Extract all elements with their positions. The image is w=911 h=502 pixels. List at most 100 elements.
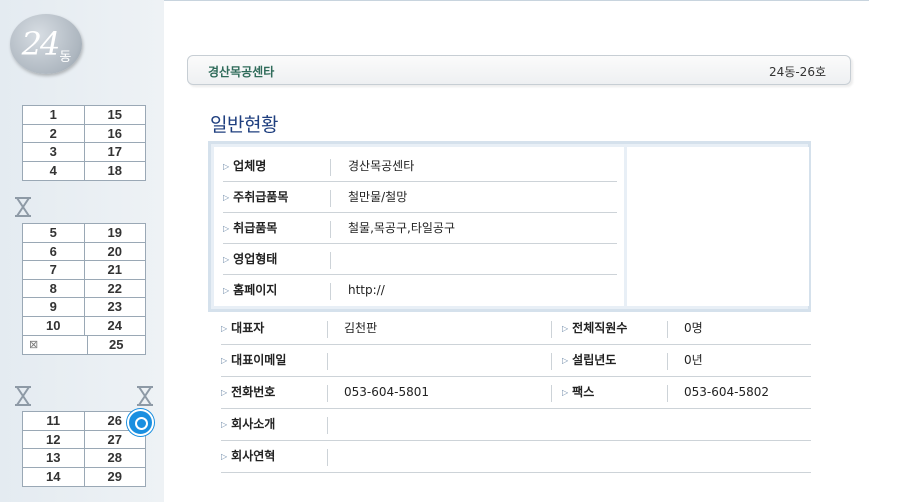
unit-cell[interactable]: 28 <box>85 449 146 467</box>
unit-row: 2 16 <box>23 124 146 144</box>
unit-cell[interactable]: 20 <box>85 243 146 261</box>
unit-cell[interactable]: 21 <box>85 261 146 279</box>
unit-row: 7 21 <box>23 261 145 280</box>
arrow-icon: ▷ <box>562 388 569 397</box>
sidebar: 24동 1 15 2 16 3 17 4 18 5 19 6 20 7 21 8 22 9 23 10 24 ⊠ 25 … <box>0 0 164 502</box>
arrow-icon: ▷ <box>221 324 228 333</box>
detail-label: 대표자 <box>231 321 265 335</box>
unit-cell[interactable]: 25 <box>88 336 146 355</box>
detail-label: 대표이메일 <box>231 353 287 367</box>
arrow-icon: ▷ <box>223 286 230 295</box>
arrow-icon: ▷ <box>221 356 228 365</box>
detail-value: 0년 <box>684 353 703 367</box>
empty-unit-icon: ⊠ <box>23 335 88 355</box>
info-value: 철만물/철망 <box>348 190 408 204</box>
detail-value: 김천판 <box>344 321 378 335</box>
arrow-icon: ▷ <box>221 420 228 429</box>
detail-row: ▷ 회사소개 <box>221 409 811 441</box>
unit-grid-middle: 5 19 6 20 7 21 8 22 9 23 10 24 ⊠ 25 <box>22 223 146 356</box>
detail-row: ▷ 전화번호 053-604-5801 ▷ 팩스 053-604-5802 <box>221 377 811 409</box>
detail-label: 전화번호 <box>231 385 276 399</box>
unit-cell[interactable]: 29 <box>85 468 146 487</box>
info-row: ▷ 영업형태 <box>223 244 617 275</box>
unit-row: 3 17 <box>23 143 145 162</box>
unit-cell[interactable]: 14 <box>23 467 85 487</box>
unit-cell[interactable]: 4 <box>23 161 85 181</box>
unit-number: 24동-26호 <box>769 65 826 79</box>
unit-row: 10 24 <box>23 316 146 336</box>
detail-value: 0명 <box>684 321 703 335</box>
detail-value: 053-604-5801 <box>344 385 430 399</box>
company-photo <box>627 147 809 306</box>
unit-cell[interactable]: 5 <box>23 224 85 242</box>
unit-cell[interactable]: 17 <box>85 143 146 161</box>
arrow-icon: ▷ <box>221 452 228 461</box>
homepage-link[interactable]: http:// <box>348 275 385 305</box>
unit-cell[interactable]: 15 <box>85 106 146 124</box>
divider <box>551 385 552 402</box>
detail-label: 팩스 <box>572 385 595 399</box>
title-bar: 경산목공센타 24동-26호 <box>187 55 851 85</box>
unit-cell[interactable]: 12 <box>23 430 85 449</box>
unit-cell[interactable]: 3 <box>23 143 85 161</box>
info-row: ▷ 홈페이지 http:// <box>223 275 617 306</box>
arrow-icon: ▷ <box>223 162 230 171</box>
unit-row: 4 18 <box>23 161 146 181</box>
unit-row: 12 27 <box>23 430 145 450</box>
unit-grid-top: 1 15 2 16 3 17 4 18 <box>22 105 146 182</box>
info-table: ▷ 업체명 경산목공센타 ▷ 주취급품목 철만물/철망 ▷ 취급품목 철물,목공구,타… <box>214 147 624 306</box>
detail-label: 설립년도 <box>572 353 617 367</box>
divider <box>327 449 328 466</box>
unit-cell[interactable]: 13 <box>23 449 85 467</box>
unit-row: 13 28 <box>23 449 145 468</box>
divider <box>667 385 668 402</box>
unit-cell[interactable]: 2 <box>23 124 85 143</box>
stairs-icon <box>136 386 154 406</box>
info-label: 홈페이지 <box>233 283 278 297</box>
divider <box>330 252 331 269</box>
unit-cell[interactable]: 9 <box>23 298 85 316</box>
unit-cell[interactable]: 19 <box>85 224 146 242</box>
unit-cell[interactable]: 1 <box>23 106 85 124</box>
info-label: 주취급품목 <box>233 190 289 204</box>
section-title: 일반현황 <box>210 114 278 136</box>
unit-cell[interactable]: 24 <box>85 317 146 335</box>
unit-row: 8 22 <box>23 279 146 299</box>
detail-label: 회사소개 <box>231 417 276 431</box>
arrow-icon: ▷ <box>223 255 230 264</box>
divider <box>551 321 552 338</box>
unit-cell[interactable]: 7 <box>23 261 85 279</box>
unit-cell[interactable]: 8 <box>23 279 85 298</box>
divider <box>330 159 331 176</box>
stairs-icon <box>14 386 32 406</box>
unit-cell[interactable]: 11 <box>23 412 85 430</box>
detail-row: ▷ 회사연혁 <box>221 441 811 473</box>
divider <box>327 353 328 370</box>
info-row: ▷ 주취급품목 철만물/철망 <box>223 182 617 213</box>
detail-label: 회사연혁 <box>231 449 276 463</box>
company-name: 경산목공센타 <box>208 65 275 79</box>
building-badge: 24동 <box>10 14 82 74</box>
arrow-icon: ▷ <box>562 356 569 365</box>
unit-cell[interactable]: 18 <box>85 162 146 181</box>
info-row: ▷ 업체명 경산목공센타 <box>223 151 617 182</box>
divider <box>330 190 331 207</box>
divider <box>327 385 328 402</box>
detail-row: ▷ 대표이메일 ▷ 설립년도 0년 <box>221 345 811 377</box>
detail-row: ▷ 대표자 김천판 ▷ 전체직원수 0명 <box>221 313 811 345</box>
unit-row: 5 19 <box>23 224 145 243</box>
unit-row: ⊠ 25 <box>23 335 146 355</box>
divider <box>330 221 331 238</box>
unit-row: 1 15 <box>23 106 145 125</box>
arrow-icon: ▷ <box>562 324 569 333</box>
unit-cell[interactable]: 23 <box>85 298 146 316</box>
detail-value: 053-604-5802 <box>684 385 770 399</box>
info-label: 영업형태 <box>233 252 278 266</box>
unit-cell[interactable]: 16 <box>85 125 146 143</box>
unit-cell[interactable]: 22 <box>85 280 146 298</box>
unit-cell[interactable]: 10 <box>23 316 85 335</box>
detail-label: 전체직원수 <box>572 321 628 335</box>
unit-cell[interactable]: 6 <box>23 242 85 261</box>
divider <box>667 321 668 338</box>
divider <box>667 353 668 370</box>
